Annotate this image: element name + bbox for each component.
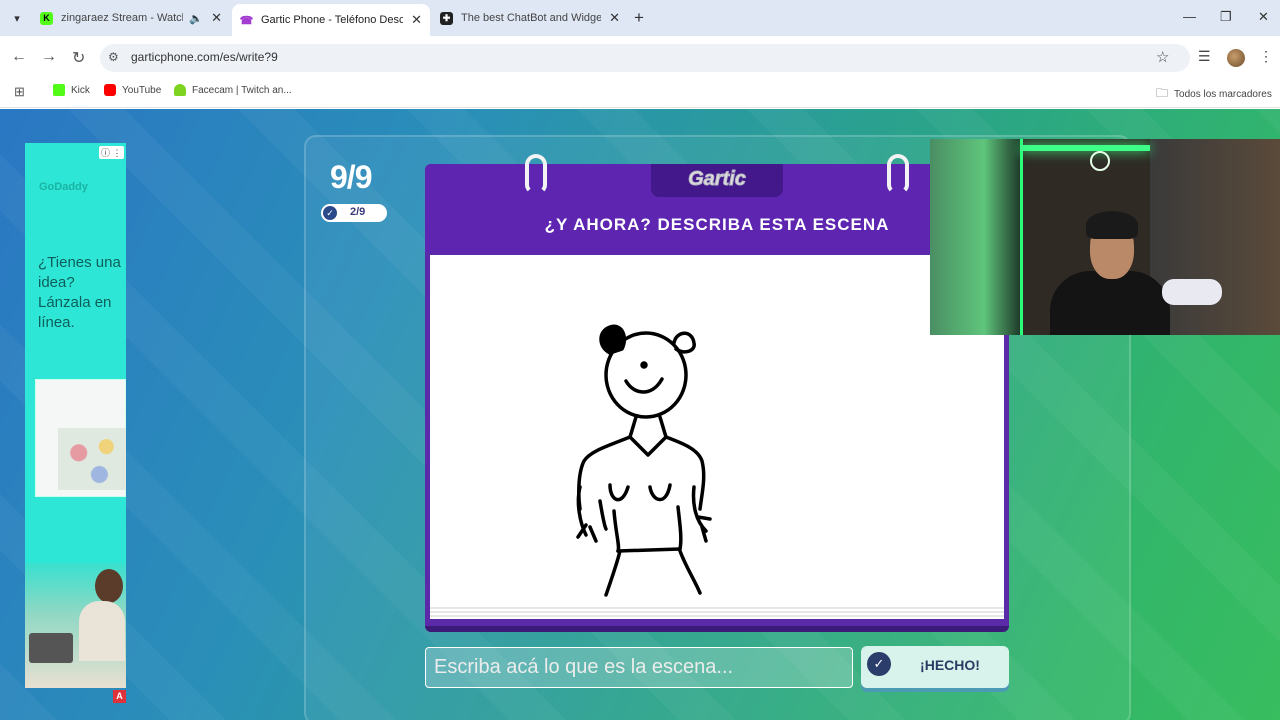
ad-info-icon[interactable]: ⓘ ⋮ — [99, 146, 124, 159]
browser-menu-icon[interactable]: ⋮ — [1259, 48, 1273, 65]
site-info-icon[interactable]: ⚙ — [108, 50, 119, 64]
profile-avatar[interactable] — [1227, 49, 1245, 67]
youtube-icon — [104, 84, 116, 96]
ad-headline: ¿Tienes una idea? Lánzala en línea. — [38, 254, 121, 331]
check-icon: ✓ — [323, 206, 337, 220]
audio-playing-icon[interactable]: 🔈 — [189, 12, 203, 25]
binder-ring-left — [525, 154, 547, 194]
close-tab-icon[interactable]: ✕ — [609, 10, 620, 26]
tab-strip: ▾ K zingaraez Stream - Watch Li 🔈 ✕ ☎ Ga… — [0, 0, 1280, 36]
stick-figure-drawing — [576, 324, 712, 597]
webcam-target-decoration — [1090, 151, 1110, 171]
android-icon — [174, 84, 186, 96]
close-window-button[interactable]: ✕ — [1258, 9, 1269, 25]
all-bookmarks-folder[interactable]: 🗀 Todos los marcadores — [1156, 84, 1272, 105]
scene-description-input[interactable] — [425, 647, 853, 688]
webcam-person-body — [1050, 271, 1170, 335]
done-button[interactable]: ✓ ¡HECHO! — [861, 646, 1009, 688]
bookmark-kick[interactable]: Kick — [53, 84, 90, 96]
apps-grid-icon[interactable]: ⊞ — [14, 84, 25, 100]
back-button[interactable]: ← — [11, 48, 27, 66]
kick-favicon-icon: K — [40, 11, 53, 25]
done-progress-text: 2/9 — [350, 206, 366, 218]
tab-chatbot[interactable]: ✚ The best ChatBot and Widgets ✕ — [432, 4, 628, 32]
done-button-label: ¡HECHO! — [920, 657, 980, 673]
prompt-title: ¿Y AHORA? DESCRIBA ESTA ESCENA — [544, 215, 890, 234]
tab-title: The best ChatBot and Widgets — [461, 12, 602, 24]
close-tab-icon[interactable]: ✕ — [411, 12, 422, 28]
webcam-person-hair — [1086, 211, 1138, 239]
gartic-favicon-icon: ☎ — [239, 13, 254, 27]
reload-button[interactable]: ↻ — [72, 48, 85, 68]
tab-search-button[interactable]: ▾ — [6, 8, 28, 28]
binder-ring-right — [887, 154, 909, 194]
webcam-led-strip — [1020, 145, 1150, 151]
media-controls-icon[interactable]: ☰ — [1198, 48, 1211, 65]
new-tab-button[interactable]: + — [634, 8, 644, 28]
url-text[interactable]: garticphone.com/es/write?9 — [131, 50, 278, 64]
webcam-overlay — [930, 139, 1280, 335]
tab-title: zingaraez Stream - Watch Li — [61, 12, 183, 24]
ad-banner[interactable]: ⓘ ⋮ GoDaddy ¿Tienes una idea? Lánzala en… — [25, 143, 126, 688]
gartic-logo: Gartic — [688, 168, 747, 191]
close-tab-icon[interactable]: ✕ — [211, 10, 222, 26]
bookmark-label: YouTube — [122, 84, 162, 96]
all-bookmarks-label: Todos los marcadores — [1174, 89, 1272, 100]
notebook-card: Gartic 🔊 ¿Y AHORA? DESCRIBA ESTA ESCENA — [425, 154, 1009, 632]
bookmark-star-icon[interactable]: ☆ — [1156, 48, 1169, 66]
kick-icon — [53, 84, 65, 96]
ad-flowers-image — [58, 428, 126, 490]
tab-kick[interactable]: K zingaraez Stream - Watch Li 🔈 ✕ — [32, 4, 230, 32]
ad-badge-icon[interactable]: A — [113, 690, 126, 703]
ad-person-image — [25, 563, 126, 688]
bookmark-facecam[interactable]: Facecam | Twitch an... — [174, 84, 292, 96]
bookmark-label: Kick — [71, 84, 90, 96]
webcam-toy — [1162, 279, 1222, 305]
logo-tab: Gartic — [651, 164, 783, 197]
check-icon: ✓ — [867, 652, 891, 676]
bookmark-label: Facecam | Twitch an... — [192, 84, 292, 96]
tab-title: Gartic Phone - Teléfono Descon — [261, 14, 404, 26]
ad-screenshot-image — [35, 379, 126, 497]
minimize-button[interactable]: — — [1183, 9, 1196, 24]
round-counter: 9/9 — [330, 159, 372, 195]
bookmark-youtube[interactable]: YouTube — [104, 84, 161, 96]
drawing-canvas — [430, 255, 1004, 607]
chatbot-favicon-icon: ✚ — [440, 11, 453, 25]
paper-edge — [430, 607, 1004, 619]
tab-gartic[interactable]: ☎ Gartic Phone - Teléfono Descon ✕ — [232, 4, 430, 36]
ad-brand: GoDaddy — [39, 181, 88, 193]
webcam-wall — [930, 139, 1020, 335]
restore-button[interactable]: ❐ — [1220, 9, 1232, 25]
folder-icon: 🗀 — [1156, 86, 1169, 100]
forward-button[interactable]: → — [41, 48, 57, 66]
